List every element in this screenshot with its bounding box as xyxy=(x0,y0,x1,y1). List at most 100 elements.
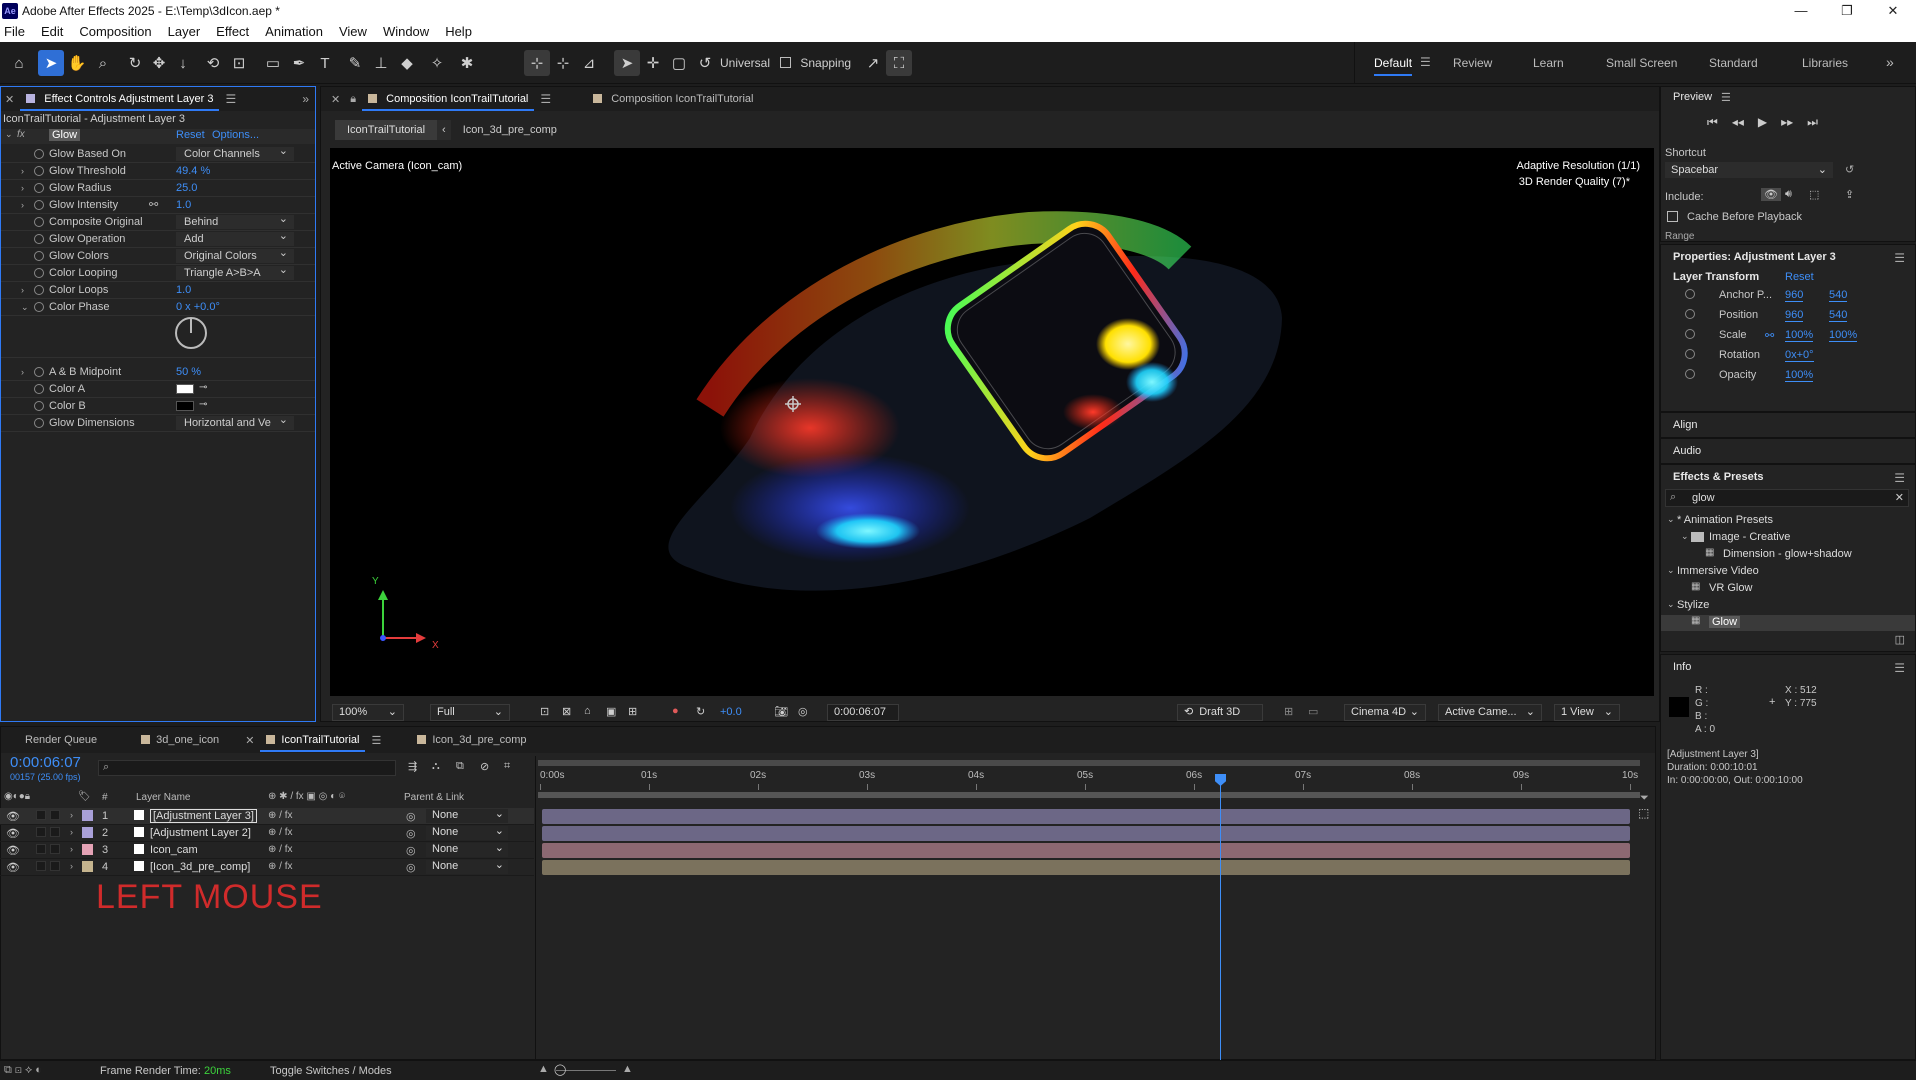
transform-value-2[interactable]: 540 xyxy=(1829,309,1848,322)
tree-twirl-icon[interactable]: ⌄ xyxy=(1667,565,1675,576)
layer-duration-bar[interactable] xyxy=(542,809,1630,824)
comp-panel-menu-icon[interactable]: ☰ xyxy=(540,92,551,106)
timeline-layer-row[interactable]: 👁︎ › 4 [Icon_3d_pre_comp] ⊕ / fx ◎ None ⌄ xyxy=(0,859,534,876)
zoom-in-icon[interactable]: ▲ xyxy=(622,1063,633,1075)
layer-switches[interactable]: ⊕ / fx xyxy=(268,827,293,838)
resolution-dropdown[interactable]: Full ⌄ xyxy=(430,704,510,721)
roto-brush-tool-icon[interactable]: ✧ xyxy=(424,50,450,76)
effects-tree-item[interactable]: ▦ VR Glow xyxy=(1661,581,1915,597)
audio-panel[interactable]: Audio xyxy=(1660,438,1916,464)
export-preview-icon[interactable]: ⇪ xyxy=(1845,188,1854,201)
tab-composition-active[interactable]: Composition IconTrailTutorial xyxy=(356,87,540,111)
menu-layer[interactable]: Layer xyxy=(160,24,209,39)
panel-menu-icon[interactable]: ☰ xyxy=(225,92,236,106)
effect-reset-link[interactable]: Reset xyxy=(176,129,205,141)
selection-tool-icon[interactable]: ➤ xyxy=(38,50,64,76)
effect-property-dropdown[interactable]: Add xyxy=(176,232,294,246)
layer-label-color[interactable] xyxy=(82,810,93,821)
effect-property-dropdown[interactable]: Horizontal and Ve xyxy=(176,416,294,430)
effect-twirl-icon[interactable]: ⌄ xyxy=(5,129,13,140)
transform-value-1[interactable]: 960 xyxy=(1785,289,1804,302)
3d-scale-tool-icon[interactable]: ▢ xyxy=(666,50,692,76)
draft-3d-icon[interactable]: ⛬ xyxy=(432,760,440,773)
transform-value-2[interactable]: 540 xyxy=(1829,289,1848,302)
stopwatch-icon[interactable] xyxy=(1685,309,1695,319)
stopwatch-icon[interactable] xyxy=(1685,349,1695,359)
workspace-menu-icon[interactable]: ☰ xyxy=(1420,55,1431,69)
world-axis-mode-icon[interactable]: ⊹ xyxy=(550,50,576,76)
layer-twirl-icon[interactable]: › xyxy=(70,810,73,820)
timeline-layer-row[interactable]: 👁︎ › 2 [Adjustment Layer 2] ⊕ / fx ◎ None ⌄ xyxy=(0,825,534,842)
stopwatch-icon[interactable] xyxy=(34,285,44,295)
effect-property-dropdown[interactable]: Original Colors xyxy=(176,249,294,263)
3d-move-tool-icon[interactable]: ✛ xyxy=(640,50,666,76)
frame-blending-icon[interactable]: ⊘ xyxy=(480,760,489,773)
color-phase-dial[interactable] xyxy=(175,317,207,349)
twirl-icon[interactable]: › xyxy=(21,183,24,193)
shortcut-dropdown[interactable]: Spacebar ⌄ xyxy=(1665,162,1833,178)
layer-switches[interactable]: ⊕ / fx xyxy=(268,810,293,821)
workspace-overflow-icon[interactable]: » xyxy=(1886,54,1894,70)
layer-name[interactable]: [Adjustment Layer 3] xyxy=(150,809,257,823)
effect-property-row[interactable]: › Glow Radius 25.0 xyxy=(1,181,315,197)
effects-tree-item[interactable]: ⌄ * Animation Presets xyxy=(1661,513,1915,529)
effect-property-row[interactable]: Glow Based On Color Channels xyxy=(1,147,315,163)
stopwatch-icon[interactable] xyxy=(34,302,44,312)
show-snapshot-icon[interactable]: ◎ xyxy=(798,705,808,718)
view-layout-dropdown[interactable]: 1 View ⌄ xyxy=(1554,704,1620,721)
home-icon[interactable]: ⌂ xyxy=(6,50,32,76)
twirl-icon[interactable]: ⌄ xyxy=(21,302,29,313)
effect-property-value[interactable]: 50 % xyxy=(176,366,201,378)
pen-tool-icon[interactable]: ✒ xyxy=(286,50,312,76)
tab-3d-one-icon[interactable]: 3d_one_icon xyxy=(129,728,231,752)
effects-tree-item[interactable]: ▦ Glow xyxy=(1661,615,1915,631)
stopwatch-icon[interactable] xyxy=(1685,289,1695,299)
toggle-switches-modes[interactable]: Toggle Switches / Modes xyxy=(270,1065,392,1077)
properties-menu-icon[interactable]: ☰ xyxy=(1894,251,1905,265)
menu-view[interactable]: View xyxy=(331,24,375,39)
timeline-timecode[interactable]: 0:00:06:07 xyxy=(10,754,81,771)
snapshot-icon[interactable]: 📷︎ xyxy=(774,705,788,718)
exposure-value[interactable]: +0.0 xyxy=(720,706,742,718)
timeline-search-input[interactable]: ⌕ xyxy=(98,760,396,776)
transparency-grid-icon[interactable]: ⊠ xyxy=(562,705,571,718)
effect-property-value[interactable]: 0 x +0.0° xyxy=(176,301,220,313)
column-layer-name[interactable]: Layer Name xyxy=(136,792,190,803)
color-swatch[interactable] xyxy=(176,401,194,411)
view-axis-mode-icon[interactable]: ⊿ xyxy=(576,50,602,76)
menu-help[interactable]: Help xyxy=(437,24,480,39)
workspace-standard[interactable]: Standard xyxy=(1709,56,1758,70)
fx-icon[interactable]: fx xyxy=(17,129,25,140)
layer-twirl-icon[interactable]: › xyxy=(70,827,73,837)
layer-duration-bar[interactable] xyxy=(542,826,1630,841)
layer-visibility-icon[interactable]: 👁︎ xyxy=(6,844,20,857)
eraser-tool-icon[interactable]: ◆ xyxy=(394,50,420,76)
effect-property-dropdown[interactable]: Behind xyxy=(176,215,294,229)
previous-frame-icon[interactable]: ◂◂ xyxy=(1732,115,1744,130)
stopwatch-icon[interactable] xyxy=(34,251,44,261)
cache-toggle[interactable] xyxy=(1667,211,1678,224)
transform-reset-link[interactable]: Reset xyxy=(1785,271,1814,283)
effect-property-row[interactable]: Composite Original Behind xyxy=(1,215,315,231)
tab-icon-3d-pre-comp[interactable]: Icon_3d_pre_comp xyxy=(405,728,538,752)
menu-file[interactable]: File xyxy=(0,24,33,39)
twirl-icon[interactable]: › xyxy=(21,200,24,210)
local-axis-mode-icon[interactable]: ⊹ xyxy=(524,50,550,76)
tab-render-queue[interactable]: Render Queue xyxy=(1,728,109,752)
layer-name[interactable]: [Adjustment Layer 2] xyxy=(150,827,251,839)
stopwatch-icon[interactable] xyxy=(34,166,44,176)
comp-button-icon[interactable]: ⬚ xyxy=(1638,806,1649,820)
comp-close-icon[interactable]: ✕ xyxy=(321,93,340,106)
universal-label[interactable]: Universal xyxy=(720,56,770,70)
layer-switches[interactable]: ⊕ / fx xyxy=(268,861,293,872)
stopwatch-icon[interactable] xyxy=(34,200,44,210)
effects-tree-item[interactable]: ⌄ Immersive Video xyxy=(1661,564,1915,580)
effect-property-row[interactable]: Color B ⊸ xyxy=(1,399,315,415)
effect-property-value[interactable]: 1.0 xyxy=(176,284,191,296)
status-icons[interactable]: ⧉ ⊡ ⟡ ◐ xyxy=(4,1064,42,1077)
play-icon[interactable]: ▶ xyxy=(1758,115,1767,130)
transform-value-2[interactable]: 100% xyxy=(1829,329,1858,342)
column-parent-link[interactable]: Parent & Link xyxy=(404,792,464,803)
menu-effect[interactable]: Effect xyxy=(208,24,257,39)
tab-effect-controls[interactable]: Effect Controls Adjustment Layer 3 xyxy=(14,87,225,111)
